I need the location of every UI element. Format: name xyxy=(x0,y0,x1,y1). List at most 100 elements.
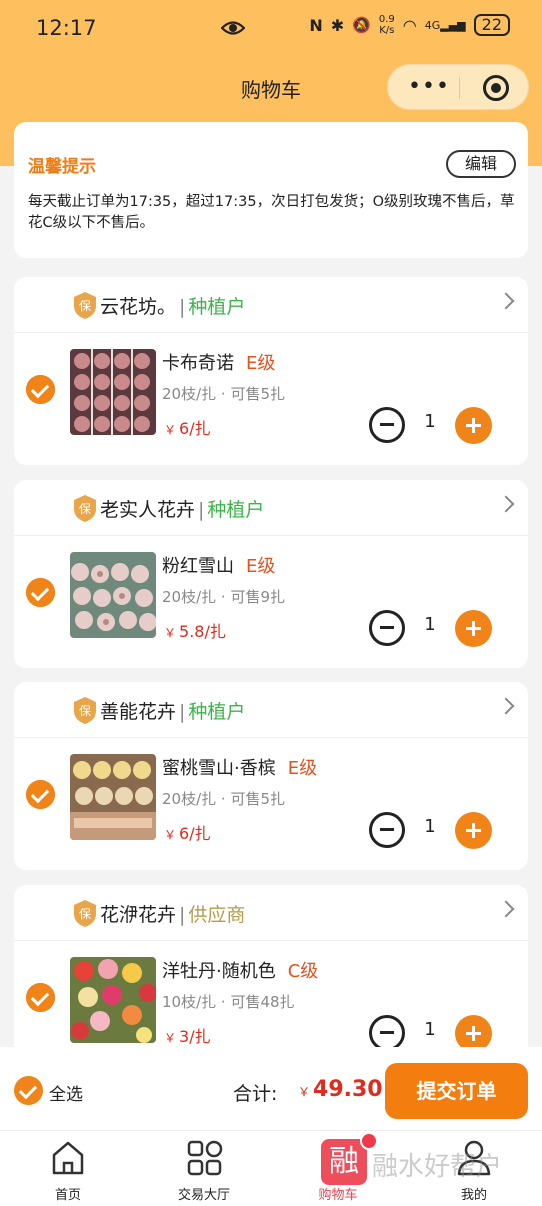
guarantee-badge-icon: 保 xyxy=(74,697,96,724)
decrease-button[interactable] xyxy=(369,610,405,646)
product-grade: C级 xyxy=(287,961,319,982)
svg-text:保: 保 xyxy=(79,299,91,313)
shop-name-line: 善能花卉 | 种植户 xyxy=(100,701,246,723)
product-image[interactable] xyxy=(70,349,156,435)
product-image[interactable] xyxy=(70,957,156,1043)
chevron-right-icon[interactable] xyxy=(497,697,515,715)
shop-header[interactable]: 保 云花坊。 | 种植户 xyxy=(14,277,528,404)
svg-text:保: 保 xyxy=(79,502,91,516)
shop-type: 种植户 xyxy=(207,499,265,521)
chevron-right-icon[interactable] xyxy=(497,495,515,513)
total-label: 合计: xyxy=(233,1083,278,1105)
shop-name-line: 老实人花卉 | 种植户 xyxy=(100,499,265,521)
svg-text:保: 保 xyxy=(79,907,91,921)
item-checkbox[interactable] xyxy=(26,983,55,1012)
home-icon xyxy=(52,1141,84,1175)
product-spec: 10枝/扎 · 可售48扎 xyxy=(162,993,295,1011)
shop-card: 保 善能花卉 | 种植户 蜜桃雪山·香槟 E级 20枝/扎 · 可售5扎 ￥ 6/扎 1 xyxy=(14,682,528,870)
tab-label: 购物车 xyxy=(318,1188,358,1203)
guarantee-badge-icon: 保 xyxy=(74,292,96,319)
signal-icon: 4G▂▄▆ xyxy=(424,18,466,32)
product-spec: 20枝/扎 · 可售5扎 xyxy=(162,385,285,403)
chevron-right-icon[interactable] xyxy=(497,292,515,310)
mute-icon: 🔕 xyxy=(352,16,371,34)
close-target-icon[interactable] xyxy=(483,75,509,101)
decrease-button[interactable] xyxy=(369,1015,405,1051)
tab-home[interactable]: 首页 xyxy=(18,1131,118,1206)
shop-name-line: 花洢花卉 | 供应商 xyxy=(100,904,246,926)
product-grade: E级 xyxy=(246,556,276,577)
item-checkbox[interactable] xyxy=(26,578,55,607)
edit-button[interactable]: 编辑 xyxy=(446,150,516,178)
product-name: 粉红雪山 xyxy=(162,556,234,577)
product-grade: E级 xyxy=(287,758,318,779)
miniprogram-capsule[interactable]: ••• xyxy=(387,64,529,110)
battery-icon: 22 xyxy=(473,14,510,36)
tab-trading-hall[interactable]: 交易大厅 xyxy=(154,1131,254,1206)
svg-text:保: 保 xyxy=(79,704,91,718)
decrease-button[interactable] xyxy=(369,407,405,443)
product-image[interactable] xyxy=(70,552,156,638)
quantity-value[interactable]: 1 xyxy=(410,411,450,432)
product-price: ￥ 3/扎 xyxy=(164,1027,211,1046)
notice-title: 温馨提示 xyxy=(28,157,96,177)
product-name-line[interactable]: 粉红雪山 E级 xyxy=(162,552,275,578)
product-name-line[interactable]: 卡布奇诺 E级 xyxy=(162,349,275,375)
quantity-value[interactable]: 1 xyxy=(410,614,450,635)
tab-label: 交易大厅 xyxy=(177,1188,230,1203)
select-all-checkbox[interactable] xyxy=(14,1076,43,1105)
notice-card: 温馨提示 编辑 每天截止订单为17:35，超过17:35，次日打包发货；O级别玫… xyxy=(14,122,528,258)
increase-button[interactable] xyxy=(455,407,492,444)
product-spec: 20枝/扎 · 可售9扎 xyxy=(162,588,285,606)
product-name: 蜜桃雪山·香槟 xyxy=(162,758,276,779)
product-image[interactable] xyxy=(70,754,156,840)
shop-header[interactable]: 保 花洢花卉 | 供应商 xyxy=(14,885,528,1012)
status-bar: 12:17 N ✱ 🔕 0.9 K/s ◠ 4G▂▄▆ 22 xyxy=(0,0,542,56)
net-speed: 0.9 K/s xyxy=(378,14,395,36)
shop-name: 云花坊。 xyxy=(100,296,177,318)
product-price: ￥ 6/扎 xyxy=(164,419,211,438)
shop-name: 善能花卉 xyxy=(100,701,177,723)
shop-header[interactable]: 保 老实人花卉 | 种植户 xyxy=(14,480,528,607)
item-checkbox[interactable] xyxy=(26,375,55,404)
shop-name: 花洢花卉 xyxy=(100,904,177,926)
product-name-line[interactable]: 洋牡丹·随机色 C级 xyxy=(162,957,318,983)
more-icon[interactable]: ••• xyxy=(408,76,450,98)
watermark: 融水好帮户 xyxy=(372,1152,503,1182)
status-icons: N ✱ 🔕 0.9 K/s ◠ 4G▂▄▆ 22 xyxy=(309,14,510,36)
shop-name-line: 云花坊。 | 种植户 xyxy=(100,296,246,318)
increase-button[interactable] xyxy=(455,610,492,647)
capsule-divider xyxy=(459,77,460,99)
select-all-label[interactable]: 全选 xyxy=(49,1080,83,1105)
guarantee-badge-icon: 保 xyxy=(74,495,96,522)
quantity-value[interactable]: 1 xyxy=(410,816,450,837)
increase-button[interactable] xyxy=(455,812,492,849)
product-price: ￥ 5.8/扎 xyxy=(164,622,226,641)
shop-type: 种植户 xyxy=(188,296,246,318)
product-spec: 20枝/扎 · 可售5扎 xyxy=(162,790,285,808)
product-name: 洋牡丹·随机色 xyxy=(162,961,276,982)
shop-card: 保 老实人花卉 | 种植户 粉红雪山 E级 20枝/扎 · 可售9扎 ￥ 5.8/扎 1 xyxy=(14,480,528,668)
grid-icon xyxy=(187,1140,223,1176)
cart-app-icon: 融 xyxy=(321,1139,367,1185)
shop-card: 保 花洢花卉 | 供应商 洋牡丹·随机色 C级 10枝/扎 · 可售48扎 ￥ 3/扎 … xyxy=(14,885,528,1073)
submit-order-button[interactable]: 提交订单 xyxy=(385,1063,528,1119)
decrease-button[interactable] xyxy=(369,812,405,848)
product-name-line[interactable]: 蜜桃雪山·香槟 E级 xyxy=(162,754,317,780)
total-amount: ￥ 49.30 xyxy=(298,1077,383,1102)
item-checkbox[interactable] xyxy=(26,780,55,809)
product-price: ￥ 6/扎 xyxy=(164,824,211,843)
shop-header[interactable]: 保 善能花卉 | 种植户 xyxy=(14,682,528,809)
quantity-value[interactable]: 1 xyxy=(410,1019,450,1040)
wifi-icon: ◠ xyxy=(402,15,417,35)
tab-label: 我的 xyxy=(460,1188,487,1203)
status-time: 12:17 xyxy=(36,16,97,40)
guarantee-badge-icon: 保 xyxy=(74,900,96,927)
eye-icon xyxy=(220,17,246,43)
shop-name: 老实人花卉 xyxy=(100,499,196,521)
checkout-bar: 全选 合计: ￥ 49.30 提交订单 xyxy=(0,1047,542,1131)
chevron-right-icon[interactable] xyxy=(497,900,515,918)
shop-card: 保 云花坊。 | 种植户 卡布奇诺 E级 20枝/扎 · 可售5扎 ￥ 6/扎 1 xyxy=(14,277,528,465)
bluetooth-icon: ✱ xyxy=(330,15,345,35)
nfc-icon: N xyxy=(309,15,323,35)
